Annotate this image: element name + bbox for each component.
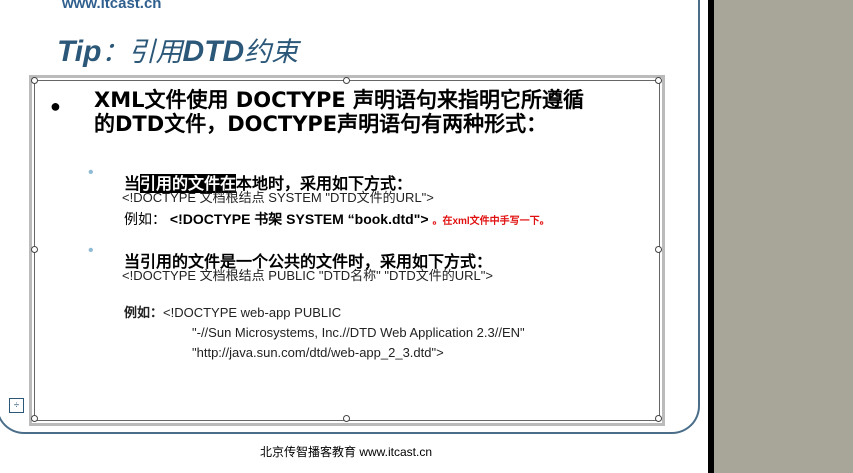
title-tip: Tip [57,35,102,68]
side-panel [714,0,853,473]
resize-handle[interactable] [31,77,38,84]
title-suffix: 约束 [244,37,299,68]
title-prefix: 引用 [128,37,183,68]
resize-handle[interactable] [655,246,662,253]
sub-bullet-dot: • [88,164,94,181]
footer-text: 北京传智播客教育 www.itcast.cn [260,445,433,459]
title-colon: ： [101,37,129,68]
resize-handle[interactable] [655,77,662,84]
page-title: Tip：引用DTD约束 [57,30,298,69]
resize-handle[interactable] [343,415,350,422]
resize-handle[interactable] [31,415,38,422]
bullet-dot: ● [50,96,61,116]
title-dtd: DTD [182,35,245,68]
main-line-1: XML文件使用 DOCTYPE 声明语句来指明它所遵循 [94,88,585,112]
section2-code: <!DOCTYPE 文档根结点 PUBLIC "DTD名称" "DTD文件的UR… [122,268,493,283]
section2-example-line2: "-//Sun Microsystems, Inc.//DTD Web Appl… [192,325,525,340]
autofit-options-icon[interactable]: ÷ [9,398,24,413]
section1-example-label: 例如： [124,211,166,227]
section1-example: 例如： <!DOCTYPE 书架 SYSTEM “book.dtd"> 。在xm… [124,209,550,229]
section1-example-note: 。在xml文件中手写一下。 [432,216,550,227]
section2-example: 例如：<!DOCTYPE web-app PUBLIC [124,305,341,322]
main-paragraph: XML文件使用 DOCTYPE 声明语句来指明它所遵循 的DTD文件，DOCTY… [94,88,674,136]
resize-handle[interactable] [31,246,38,253]
section1-code: <!DOCTYPE 文档根结点 SYSTEM "DTD文件的URL"> [122,190,434,205]
resize-handle[interactable] [343,77,350,84]
sub-bullet-dot: • [88,242,94,259]
section1-example-code: <!DOCTYPE 书架 SYSTEM “book.dtd"> [169,211,429,227]
resize-handle[interactable] [655,415,662,422]
section2-example-line1: <!DOCTYPE web-app PUBLIC [163,305,342,320]
main-line-2: 的DTD文件，DOCTYPE声明语句有两种形式： [94,112,548,136]
header-url: www.itcast.cn [62,0,162,12]
section2-example-label: 例如： [124,306,164,321]
section2-example-line3: "http://java.sun.com/dtd/web-app_2_3.dtd… [192,345,444,360]
